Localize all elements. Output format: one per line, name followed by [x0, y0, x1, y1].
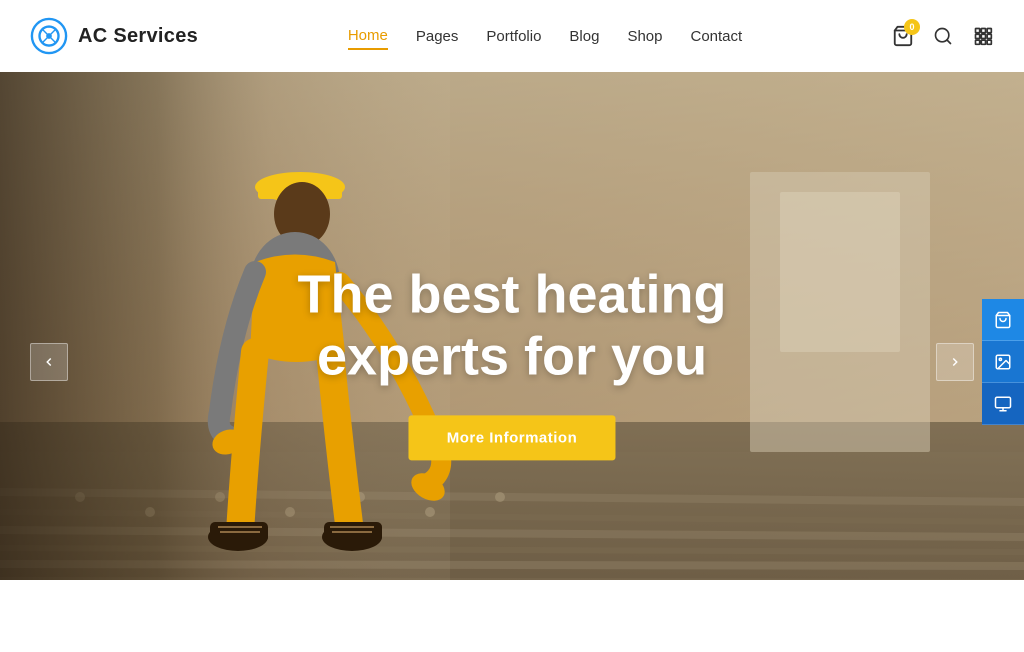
hero-title: The best heating experts for you — [297, 263, 726, 387]
sidebar-info-button[interactable] — [982, 383, 1024, 425]
nav-home[interactable]: Home — [348, 23, 388, 50]
hero-cta-button[interactable]: More Information — [409, 416, 616, 461]
nav-shop[interactable]: Shop — [627, 24, 662, 49]
sidebar-gallery-button[interactable] — [982, 341, 1024, 383]
nav-portfolio[interactable]: Portfolio — [486, 24, 541, 49]
hero-section: The best heating experts for you More In… — [0, 72, 1024, 652]
slide-prev-button[interactable] — [30, 343, 68, 381]
main-nav: Home Pages Portfolio Blog Shop Contact — [348, 23, 742, 50]
slide-dot-1[interactable]: 01 — [468, 609, 482, 630]
sidebar-float-panel — [982, 299, 1024, 425]
logo-icon — [30, 17, 68, 55]
cart-button[interactable]: 0 — [892, 25, 914, 47]
cart-badge: 0 — [904, 19, 920, 35]
search-button[interactable] — [932, 25, 954, 47]
header-actions: 0 — [892, 25, 994, 47]
nav-blog[interactable]: Blog — [569, 24, 599, 49]
slide-next-button[interactable] — [936, 343, 974, 381]
logo[interactable]: AC Services — [30, 17, 198, 55]
hero-content: The best heating experts for you More In… — [297, 263, 726, 460]
sidebar-cart-button[interactable] — [982, 299, 1024, 341]
header: AC Services Home Pages Portfolio Blog Sh… — [0, 0, 1024, 72]
nav-contact[interactable]: Contact — [691, 24, 743, 49]
slide-dot-3[interactable]: 03 — [541, 609, 555, 630]
brand-name: AC Services — [78, 25, 198, 48]
slide-dot-2[interactable]: 02 — [505, 609, 519, 630]
grid-menu-button[interactable] — [972, 25, 994, 47]
slide-indicators: 01 02 03 — [468, 609, 555, 630]
nav-pages[interactable]: Pages — [416, 24, 459, 49]
